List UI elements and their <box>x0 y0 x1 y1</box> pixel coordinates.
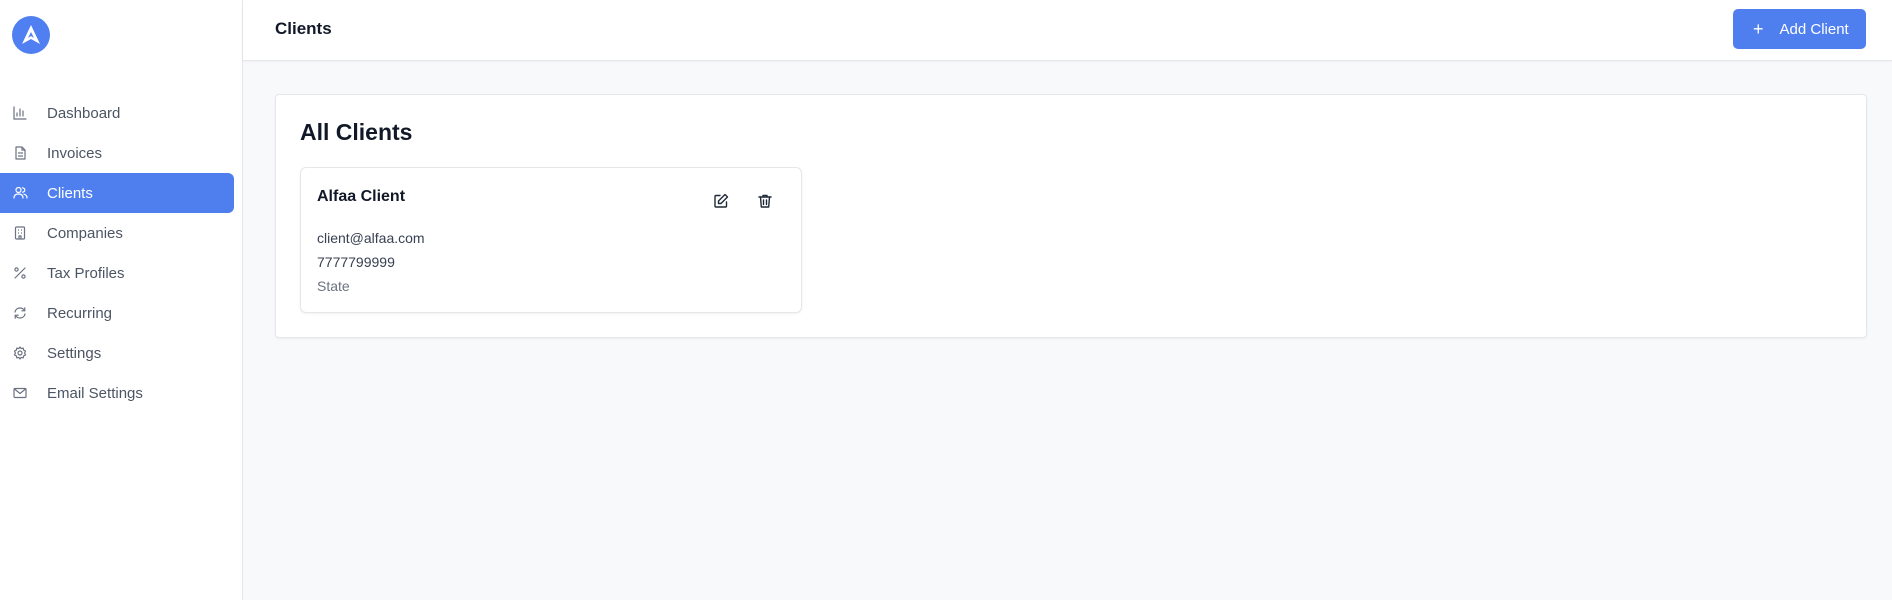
add-client-button[interactable]: + Add Client <box>1733 9 1866 49</box>
sidebar-item-companies[interactable]: Companies <box>0 213 234 253</box>
sidebar: Dashboard Invoices Clients Companies Tax… <box>0 0 243 600</box>
sidebar-item-clients[interactable]: Clients <box>0 173 234 213</box>
client-phone: 7777799999 <box>317 254 395 270</box>
sidebar-item-label: Clients <box>47 184 93 202</box>
users-icon <box>12 185 28 201</box>
sidebar-item-recurring[interactable]: Recurring <box>0 293 234 333</box>
all-clients-panel: All Clients Alfaa Client client@alfaa.co… <box>275 94 1867 338</box>
edit-icon[interactable] <box>710 190 732 212</box>
sidebar-item-tax-profiles[interactable]: Tax Profiles <box>0 253 234 293</box>
sidebar-item-label: Recurring <box>47 304 113 322</box>
sidebar-item-label: Companies <box>47 224 123 242</box>
sidebar-item-label: Email Settings <box>47 384 143 402</box>
plus-icon: + <box>1753 19 1764 39</box>
sidebar-item-email-settings[interactable]: Email Settings <box>0 373 234 413</box>
client-card: Alfaa Client client@alfaa.com 7777799999… <box>300 167 802 313</box>
sidebar-nav: Dashboard Invoices Clients Companies Tax… <box>0 93 243 413</box>
sidebar-item-settings[interactable]: Settings <box>0 333 234 373</box>
client-email: client@alfaa.com <box>317 230 425 246</box>
logo-a-icon[interactable] <box>12 16 50 54</box>
top-bar: Clients + Add Client <box>243 0 1892 61</box>
sidebar-item-label: Dashboard <box>47 104 121 122</box>
add-client-label: Add Client <box>1779 20 1849 38</box>
client-name: Alfaa Client <box>317 188 406 205</box>
trash-icon[interactable] <box>754 190 776 212</box>
sidebar-item-dashboard[interactable]: Dashboard <box>0 93 234 133</box>
file-text-icon <box>12 145 28 161</box>
bar-chart-icon <box>12 105 28 121</box>
refresh-icon <box>12 305 28 321</box>
sidebar-item-invoices[interactable]: Invoices <box>0 133 234 173</box>
mail-icon <box>12 385 28 401</box>
page-title: Clients <box>275 19 332 38</box>
sidebar-item-label: Settings <box>47 344 102 362</box>
client-state: State <box>317 278 350 294</box>
section-title: All Clients <box>300 119 413 145</box>
percent-icon <box>12 265 28 281</box>
building-icon <box>12 225 28 241</box>
sidebar-item-label: Invoices <box>47 144 103 162</box>
gear-icon <box>12 345 28 361</box>
sidebar-item-label: Tax Profiles <box>47 264 125 282</box>
